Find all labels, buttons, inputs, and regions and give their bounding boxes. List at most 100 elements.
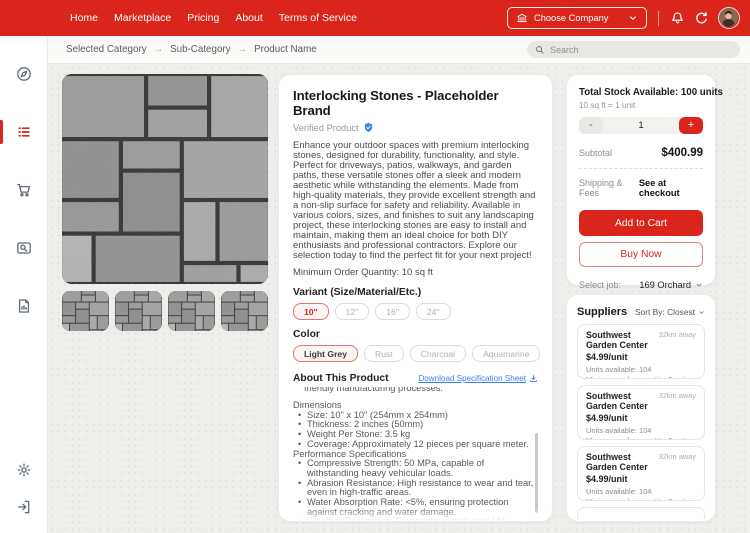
refresh-icon[interactable] <box>694 11 709 26</box>
chevron-down-icon <box>698 309 705 316</box>
product-image-gallery <box>62 74 268 331</box>
choose-company-label: Choose Company <box>534 13 609 23</box>
supplier-card[interactable]: Southwest Garden Center 32km away $4.99/… <box>577 446 705 501</box>
suppliers-heading: Suppliers <box>577 306 628 318</box>
verified-product-label: Verified Product <box>293 122 359 133</box>
purchase-panel: Total Stock Available: 100 units 10 sq f… <box>566 74 723 290</box>
breadcrumb-subcategory[interactable]: Sub-Category <box>170 44 230 55</box>
clipped-text-line: friendly manufacturing processes. <box>304 387 444 393</box>
topbar-divider <box>658 10 659 26</box>
verified-shield-icon <box>363 122 374 133</box>
variant-chip-12[interactable]: 12" <box>334 303 370 320</box>
supplier-name: Southwest Garden Center <box>586 330 648 350</box>
supplier-card[interactable]: Southwest Garden Center 32km away $4.99/… <box>577 385 705 440</box>
quantity-value[interactable]: 1 <box>603 120 679 131</box>
product-thumbnail-4[interactable] <box>221 291 268 331</box>
color-chip-charcoal[interactable]: Charcoal <box>409 345 467 362</box>
chevron-down-icon <box>695 281 703 289</box>
spec-bullet: Abrasion Resistance: High resistance to … <box>298 478 538 498</box>
select-job-label: Select job: <box>579 280 622 290</box>
supplier-units-available: Units available: 104 <box>586 365 652 374</box>
quantity-decrease-button[interactable]: - <box>579 117 603 134</box>
quote-search-icon[interactable] <box>0 228 48 268</box>
supplier-price: $4.99/unit <box>586 352 628 362</box>
shipping-fees-label: Shipping & Fees <box>579 178 623 198</box>
supplier-units-available: Units available: 104 <box>586 487 652 496</box>
nav-link-about[interactable]: About <box>235 12 262 24</box>
variant-chip-10[interactable]: 10" <box>293 303 329 320</box>
supplier-distance: 32km away <box>658 330 696 339</box>
notifications-bell-icon[interactable] <box>670 11 685 26</box>
orders-list-icon[interactable] <box>0 112 48 152</box>
user-avatar[interactable] <box>718 7 740 29</box>
quantity-increase-button[interactable]: + <box>679 117 703 134</box>
breadcrumb-separator: → <box>153 44 164 55</box>
performance-list: Compressive Strength: 50 MPa, capable of… <box>293 458 538 521</box>
building-icon <box>516 12 528 24</box>
supplier-distance: 32km away <box>658 452 696 461</box>
nav-link-pricing[interactable]: Pricing <box>187 12 219 24</box>
variant-chip-24[interactable]: 24" <box>415 303 451 320</box>
supplier-moq: Minimum order quantity: 5 units <box>586 497 696 500</box>
supplier-card[interactable]: Southwest Garden Center 32km away $4.99/… <box>577 324 705 379</box>
product-main-image[interactable] <box>62 74 268 284</box>
minimum-order-note: Minimum Order Quantity: 10 sq ft <box>293 267 433 278</box>
product-description: Enhance your outdoor spaces with premium… <box>293 140 536 261</box>
subtotal-value: $400.99 <box>661 147 703 159</box>
variant-chip-16[interactable]: 16" <box>375 303 410 320</box>
product-thumbnail-1[interactable] <box>62 291 109 331</box>
nav-link-terms[interactable]: Terms of Service <box>279 12 357 24</box>
compass-icon[interactable] <box>0 54 48 94</box>
breadcrumb-bar: Selected Category → Sub-Category → Produ… <box>48 36 750 64</box>
breadcrumb-product[interactable]: Product Name <box>254 44 317 55</box>
unit-conversion-note: 10 sq ft = 1 unit <box>579 101 636 110</box>
spec-bullet: Compressive Strength: 50 MPa, capable of… <box>298 458 538 478</box>
subtotal-label: Subtotal <box>579 148 613 158</box>
color-section-label: Color <box>293 329 320 340</box>
supplier-card-partial[interactable] <box>577 507 705 519</box>
supplier-price: $4.99/unit <box>586 413 628 423</box>
sort-by-dropdown[interactable]: Sort By: Closest <box>635 307 705 317</box>
logout-icon[interactable] <box>0 488 48 525</box>
download-spec-sheet-link[interactable]: Download Specification Sheet <box>418 374 538 383</box>
supplier-name: Southwest Garden Center <box>586 452 648 472</box>
supplier-moq: Minimum order quantity: 5 units <box>586 436 696 439</box>
variant-section-label: Variant (Size/Material/Etc.) <box>293 287 422 298</box>
product-thumbnail-3[interactable] <box>168 291 215 331</box>
spec-bullet: Water Absorption Rate: <5%, ensuring pro… <box>298 497 538 517</box>
left-sidebar <box>0 36 48 533</box>
color-chip-light-grey[interactable]: Light Grey <box>293 345 358 362</box>
search-icon <box>535 45 545 55</box>
buy-now-button[interactable]: Buy Now <box>579 242 703 267</box>
job-dropdown[interactable]: 169 Orchard <box>639 280 703 290</box>
supplier-units-available: Units available: 104 <box>586 426 652 435</box>
supplier-distance: 32km away <box>658 391 696 400</box>
cart-icon[interactable] <box>0 170 48 210</box>
about-scrollbar[interactable] <box>535 433 538 513</box>
dashed-divider <box>579 168 703 169</box>
top-nav-links: Home Marketplace Pricing About Terms of … <box>70 12 357 24</box>
color-chip-rust[interactable]: Rust <box>363 345 404 362</box>
search-input[interactable] <box>550 44 732 55</box>
about-product-scroll-area[interactable]: friendly manufacturing processes. Dimens… <box>293 387 538 521</box>
spec-bullet: Coverage: Approximately 12 pieces per sq… <box>298 439 538 450</box>
nav-link-home[interactable]: Home <box>70 12 98 24</box>
about-product-heading: About This Product <box>293 373 389 384</box>
search-box[interactable] <box>527 41 740 58</box>
add-to-cart-button[interactable]: Add to Cart <box>579 210 703 236</box>
breadcrumb-category[interactable]: Selected Category <box>66 44 147 55</box>
settings-gear-icon[interactable] <box>0 451 48 488</box>
color-chip-row: Light Grey Rust Charcoal Aquamarine <box>293 345 541 362</box>
top-navigation-bar: Home Marketplace Pricing About Terms of … <box>0 0 750 36</box>
choose-company-dropdown[interactable]: Choose Company <box>507 7 647 29</box>
nav-link-marketplace[interactable]: Marketplace <box>114 12 171 24</box>
quantity-stepper: - 1 + <box>579 117 703 134</box>
invoice-icon[interactable] <box>0 286 48 326</box>
supplier-name: Southwest Garden Center <box>586 391 648 411</box>
color-chip-aquamarine[interactable]: Aquamarine <box>472 345 541 362</box>
product-title: Interlocking Stones - Placeholder Brand <box>293 88 499 118</box>
stock-available-label: Total Stock Available: 100 units <box>579 87 723 98</box>
spec-bullet: Weather Resistance: Freeze-thaw cycle an… <box>298 516 538 521</box>
product-thumbnail-2[interactable] <box>115 291 162 331</box>
sidebar-bottom-group <box>0 451 48 533</box>
